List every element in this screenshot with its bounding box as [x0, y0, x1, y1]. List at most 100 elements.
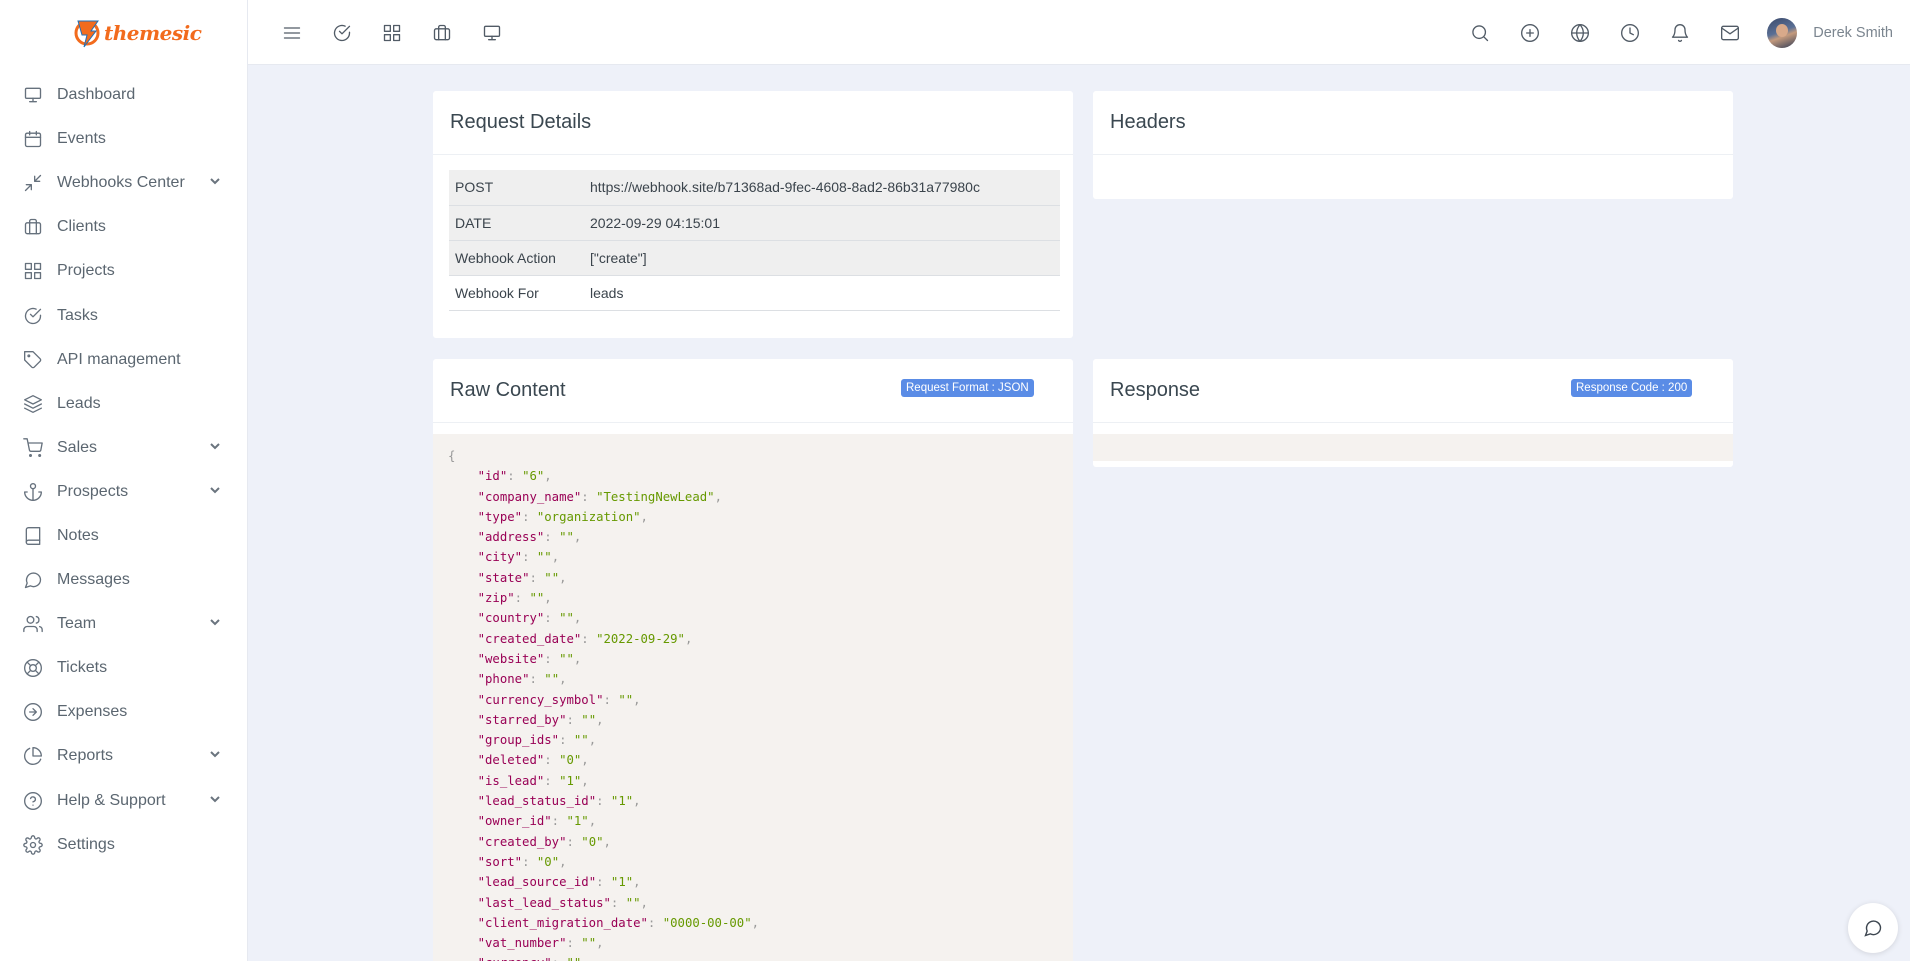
request-details-header: Request Details [433, 91, 1073, 155]
detail-key: DATE [449, 205, 584, 241]
pie-chart-icon [22, 745, 44, 767]
json-value: 1 [573, 814, 582, 829]
sidebar-item-leads[interactable]: Leads [0, 382, 247, 426]
sidebar-item-messages[interactable]: Messages [0, 558, 247, 602]
sidebar-item-team[interactable]: Team [0, 602, 247, 646]
chat-button[interactable] [1848, 903, 1898, 953]
sidebar-item-clients[interactable]: Clients [0, 205, 247, 249]
json-key: vat_number [485, 936, 560, 951]
json-line: "starred_by": "", [477, 712, 604, 727]
brand-name: themesic [104, 20, 202, 45]
response-header: Response Response Code : 200 [1093, 359, 1733, 423]
json-key: group_ids [485, 733, 552, 748]
chevron-down-icon[interactable] [209, 439, 221, 457]
json-key: city [485, 550, 515, 565]
sidebar-item-label: Messages [57, 571, 130, 589]
layers-icon [22, 393, 44, 415]
search-button[interactable] [1455, 13, 1505, 53]
users-icon [22, 613, 44, 635]
top-navbar: Derek Smith [248, 0, 1910, 65]
clock-icon [1620, 23, 1640, 43]
sidebar-item-dashboard[interactable]: Dashboard [0, 73, 247, 117]
json-line: "country": "", [477, 611, 582, 626]
globe-button[interactable] [1555, 13, 1605, 53]
monitor-button[interactable] [467, 13, 517, 53]
sidebar-item-api-management[interactable]: API management [0, 338, 247, 382]
tag-icon [22, 349, 44, 371]
briefcase-icon [22, 216, 44, 238]
calendar-icon [22, 128, 44, 150]
check-circle-button[interactable] [317, 13, 367, 53]
chevron-down-icon[interactable] [209, 483, 221, 501]
sidebar-item-label: Sales [57, 438, 98, 456]
json-line: "created_date": "2022-09-29", [477, 631, 693, 646]
check-circle-icon [332, 23, 352, 43]
sidebar-item-label: Help & Support [57, 791, 166, 809]
book-icon [22, 525, 44, 547]
life-buoy-icon [22, 657, 44, 679]
sidebar-item-notes[interactable]: Notes [0, 514, 247, 558]
user-menu[interactable]: Derek Smith [1767, 17, 1910, 48]
table-row: Webhook For leads [449, 275, 1060, 311]
json-value: 0 [588, 834, 597, 849]
mail-icon [1720, 23, 1740, 43]
grid-icon [22, 260, 44, 282]
json-key: phone [485, 672, 523, 687]
json-line: "client_migration_date": "0000-00-00", [477, 915, 759, 930]
menu-button[interactable] [267, 13, 317, 53]
json-line: "lead_status_id": "1", [477, 794, 641, 809]
table-row: DATE 2022-09-29 04:15:01 [449, 205, 1060, 241]
json-line: "state": "", [477, 570, 567, 585]
sidebar-item-sales[interactable]: Sales [0, 426, 247, 470]
json-value: 1 [618, 875, 626, 890]
json-key: deleted [485, 753, 537, 768]
sidebar-item-label: API management [57, 350, 181, 368]
json-line: "company_name": "TestingNewLead", [477, 489, 722, 504]
sidebar-item-label: Dashboard [57, 86, 136, 104]
sidebar-item-label: Reports [57, 747, 114, 765]
headers-title: Headers [1110, 111, 1186, 133]
user-name: Derek Smith [1813, 24, 1893, 41]
sidebar-item-settings[interactable]: Settings [0, 823, 247, 867]
lightning-bolt-logo-icon [74, 20, 100, 47]
json-line: "vat_number": "", [477, 936, 604, 951]
json-key: starred_by [485, 712, 560, 727]
brand-logo[interactable]: themesic [0, 0, 247, 65]
chevron-down-icon[interactable] [209, 747, 221, 765]
sidebar-item-label: Settings [57, 835, 115, 853]
grid-button[interactable] [367, 13, 417, 53]
json-key: created_by [485, 834, 560, 849]
sidebar-item-prospects[interactable]: Prospects [0, 470, 247, 514]
sidebar-item-help-and-support[interactable]: Help & Support [0, 779, 247, 823]
briefcase-icon [432, 23, 452, 43]
plus-circle-button[interactable] [1505, 13, 1555, 53]
json-line: "deleted": "0", [477, 753, 589, 768]
chevron-down-icon[interactable] [209, 174, 221, 192]
json-value: organization [544, 509, 634, 524]
sidebar-item-expenses[interactable]: Expenses [0, 690, 247, 734]
json-line: "address": "", [477, 530, 582, 545]
response-body [1093, 434, 1733, 461]
json-line: "website": "", [477, 651, 582, 666]
chevron-down-icon[interactable] [209, 615, 221, 633]
clock-button[interactable] [1605, 13, 1655, 53]
mail-button[interactable] [1705, 13, 1755, 53]
sidebar-item-events[interactable]: Events [0, 117, 247, 161]
sidebar-item-tickets[interactable]: Tickets [0, 646, 247, 690]
json-key: lead_source_id [485, 875, 589, 890]
sidebar-item-reports[interactable]: Reports [0, 734, 247, 778]
bell-button[interactable] [1655, 13, 1705, 53]
json-key: website [485, 651, 537, 666]
chevron-down-icon[interactable] [209, 792, 221, 810]
sidebar-item-projects[interactable]: Projects [0, 249, 247, 293]
briefcase-button[interactable] [417, 13, 467, 53]
sidebar-item-webhooks-center[interactable]: Webhooks Center [0, 161, 247, 205]
sidebar: themesic Dashboard Events Webhooks Center C… [0, 0, 248, 961]
check-circle-icon [22, 305, 44, 327]
headers-header: Headers [1093, 91, 1733, 155]
detail-value: https://webhook.site/b71368ad-9fec-4608-… [584, 170, 1060, 206]
sidebar-item-tasks[interactable]: Tasks [0, 293, 247, 337]
json-key: last_lead_status [485, 895, 604, 910]
menu-icon [282, 23, 302, 43]
sidebar-menu: Dashboard Events Webhooks Center Clients Pro… [0, 65, 247, 867]
